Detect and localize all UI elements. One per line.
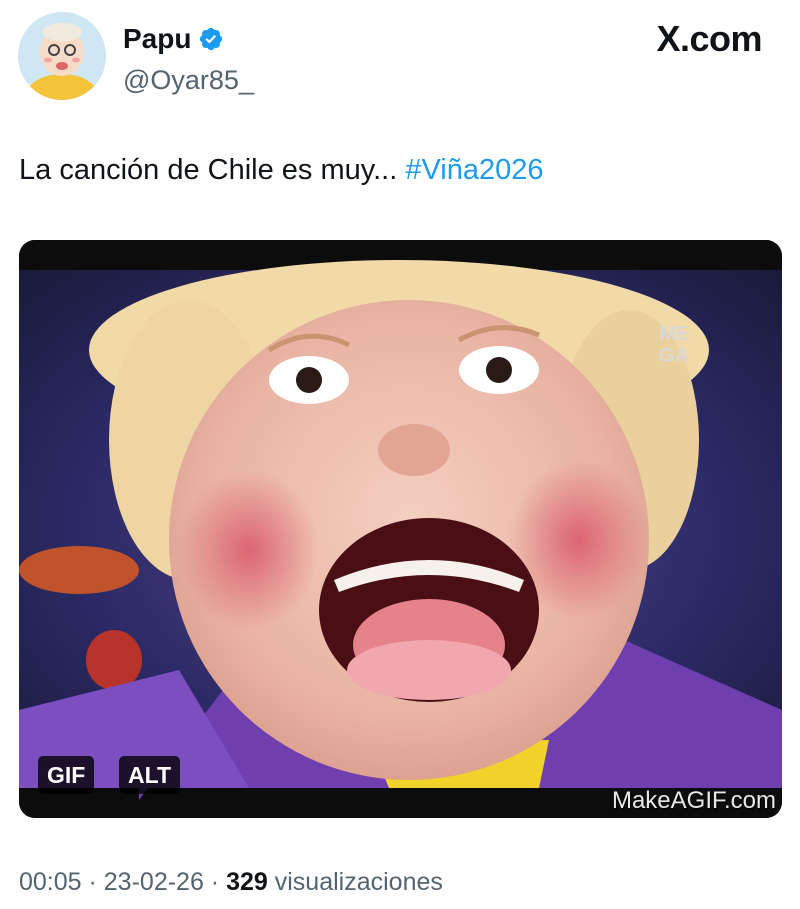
- tweet-meta: 00:05 · 23-02-26 · 329 visualizaciones: [19, 866, 443, 898]
- author-handle[interactable]: @Oyar85_: [123, 64, 254, 96]
- meta-separator: ·: [81, 868, 104, 896]
- tweet-time[interactable]: 00:05: [19, 868, 82, 896]
- author-display-name[interactable]: Papu: [123, 22, 224, 56]
- display-name-text[interactable]: Papu: [123, 22, 191, 56]
- x-com-logo: X.com: [656, 18, 762, 59]
- meta-separator: ·: [203, 868, 227, 896]
- makeagif-watermark: MakeAGIF.com: [611, 787, 776, 814]
- tweet-body: La canción de Chile es muy...: [19, 154, 406, 186]
- hashtag-link[interactable]: #Viña2026: [405, 154, 543, 186]
- verified-badge-icon: [198, 26, 224, 52]
- gif-badge: GIF: [38, 756, 95, 794]
- svg-text:GA: GA: [659, 345, 689, 367]
- views-count: 329: [226, 868, 268, 896]
- alt-text-button[interactable]: ALT: [119, 756, 181, 794]
- tweet-media-gif[interactable]: ME GA GIF ALT MakeAGIF.com: [19, 240, 782, 818]
- views-label: visualizaciones: [267, 868, 443, 896]
- avatar[interactable]: [18, 12, 106, 100]
- cartoon-avatar-icon: [18, 12, 106, 100]
- svg-text:ME: ME: [659, 323, 689, 345]
- tweet-text: La canción de Chile es muy... #Viña2026: [19, 151, 544, 189]
- tweet-date[interactable]: 23-02-26: [104, 868, 204, 896]
- gif-frame-image: ME GA: [19, 240, 782, 818]
